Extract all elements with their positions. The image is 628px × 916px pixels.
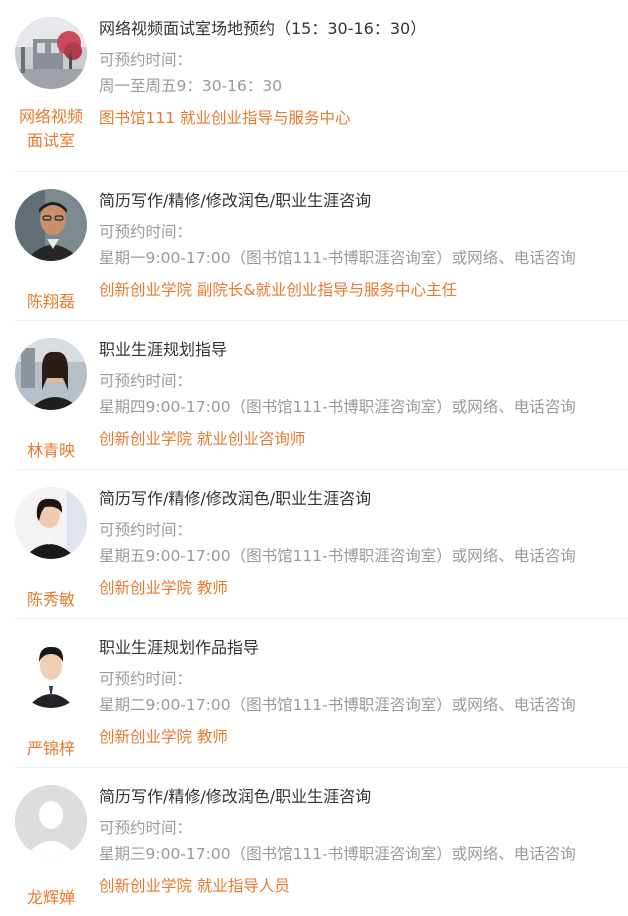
consultant-department: 创新创业学院 副院长&就业创业指导与服务中心主任 (99, 281, 458, 299)
available-time: 周一至周五9：30-16：30 (99, 77, 283, 95)
consultant-info: 简历写作/精修/修改润色/职业生涯咨询 可预约时间： 星期一9:00-17:00… (99, 188, 628, 303)
available-time: 星期三9:00-17:00（图书馆111-书博职涯咨询室）或网络、电话咨询 (99, 845, 576, 863)
default-user-avatar[interactable] (15, 785, 87, 857)
available-time-label: 可预约时间： (99, 372, 193, 390)
list-item[interactable]: 陈秀敏 简历写作/精修/修改润色/职业生涯咨询 可预约时间： 星期五9:00-1… (15, 470, 628, 619)
available-time-label: 可预约时间： (99, 670, 193, 688)
list-item[interactable]: 林青映 职业生涯规划指导 可预约时间： 星期四9:00-17:00（图书馆111… (15, 321, 628, 470)
consult-topic[interactable]: 简历写作/精修/修改润色/职业生涯咨询 (99, 188, 628, 214)
available-time-label: 可预约时间： (99, 51, 193, 69)
list-item[interactable]: 网络视频 面试室 网络视频面试室场地预约（15：30-16：30） 可预约时间：… (15, 0, 628, 172)
consultant-list: 网络视频 面试室 网络视频面试室场地预约（15：30-16：30） 可预约时间：… (0, 0, 628, 916)
consultant-info: 简历写作/精修/修改润色/职业生涯咨询 可预约时间： 星期三9:00-17:00… (99, 784, 628, 899)
consultant-name: 网络视频 面试室 (18, 107, 83, 150)
woman-photo-avatar[interactable] (15, 338, 87, 410)
consultant-department: 创新创业学院 教师 (99, 579, 228, 597)
consult-topic[interactable]: 网络视频面试室场地预约（15：30-16：30） (99, 16, 628, 42)
list-item[interactable]: 严锦梓 职业生涯规划作品指导 可预约时间： 星期二9:00-17:00（图书馆1… (15, 619, 628, 768)
available-time-label: 可预约时间： (99, 819, 193, 837)
woman-photo-avatar[interactable] (15, 487, 87, 559)
list-item[interactable]: 龙辉婵 简历写作/精修/修改润色/职业生涯咨询 可预约时间： 星期三9:00-1… (15, 768, 628, 916)
consultant-info: 网络视频面试室场地预约（15：30-16：30） 可预约时间： 周一至周五9：3… (99, 16, 628, 131)
list-item[interactable]: 陈翔磊 简历写作/精修/修改润色/职业生涯咨询 可预约时间： 星期一9:00-1… (15, 172, 628, 321)
available-time-label: 可预约时间： (99, 521, 193, 539)
available-time: 星期二9:00-17:00（图书馆111-书博职涯咨询室）或网络、电话咨询 (99, 696, 576, 714)
building-photo-avatar[interactable] (15, 17, 87, 89)
consultant-name: 严锦梓 (26, 739, 75, 758)
available-time: 星期四9:00-17:00（图书馆111-书博职涯咨询室）或网络、电话咨询 (99, 398, 576, 416)
consultant-name: 龙辉婵 (26, 888, 75, 907)
consult-topic[interactable]: 简历写作/精修/修改润色/职业生涯咨询 (99, 784, 628, 810)
man-photo-avatar[interactable] (15, 636, 87, 708)
consult-topic[interactable]: 职业生涯规划作品指导 (99, 635, 628, 661)
consultant-name: 陈翔磊 (26, 292, 75, 311)
consultant-name: 林青映 (26, 441, 75, 460)
available-time-label: 可预约时间： (99, 223, 193, 241)
consultant-info: 简历写作/精修/修改润色/职业生涯咨询 可预约时间： 星期五9:00-17:00… (99, 486, 628, 601)
consultant-name: 陈秀敏 (26, 590, 75, 609)
consultant-department: 图书馆111 就业创业指导与服务中心 (99, 109, 351, 127)
consultant-department: 创新创业学院 教师 (99, 728, 228, 746)
available-time: 星期五9:00-17:00（图书馆111-书博职涯咨询室）或网络、电话咨询 (99, 547, 576, 565)
consultant-info: 职业生涯规划作品指导 可预约时间： 星期二9:00-17:00（图书馆111-书… (99, 635, 628, 750)
consult-topic[interactable]: 职业生涯规划指导 (99, 337, 628, 363)
consultant-department: 创新创业学院 就业指导人员 (99, 877, 290, 895)
available-time: 星期一9:00-17:00（图书馆111-书博职涯咨询室）或网络、电话咨询 (99, 249, 576, 267)
consultant-info: 职业生涯规划指导 可预约时间： 星期四9:00-17:00（图书馆111-书博职… (99, 337, 628, 452)
consultant-department: 创新创业学院 就业创业咨询师 (99, 430, 306, 448)
man-photo-avatar[interactable] (15, 189, 87, 261)
consult-topic[interactable]: 简历写作/精修/修改润色/职业生涯咨询 (99, 486, 628, 512)
